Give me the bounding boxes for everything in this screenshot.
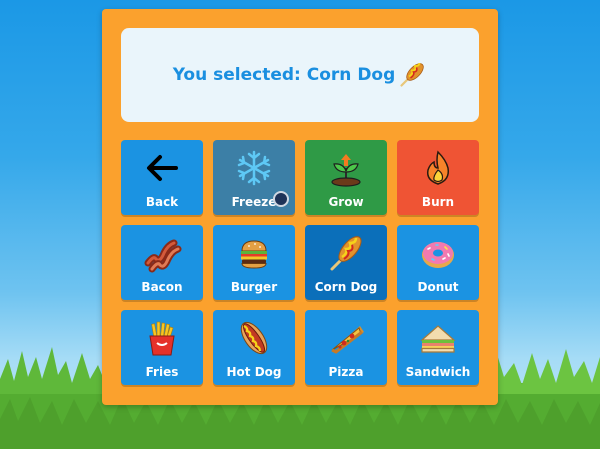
- flame-icon: [418, 148, 458, 188]
- snowflake-icon: [234, 148, 274, 188]
- hot-dog-icon: [234, 318, 274, 358]
- corn-dog-icon: [397, 60, 427, 90]
- tile-label: Burn: [421, 195, 455, 209]
- burger-icon: [234, 233, 274, 273]
- tile-back[interactable]: Back: [121, 140, 203, 215]
- tile-bacon[interactable]: Bacon: [121, 225, 203, 300]
- tile-label: Sandwich: [405, 365, 471, 379]
- corn-dog-icon: [326, 233, 366, 273]
- tile-label: Grow: [328, 195, 364, 209]
- tile-pizza[interactable]: Pizza: [305, 310, 387, 385]
- sandwich-icon: [418, 318, 458, 358]
- tile-label: Back: [145, 195, 179, 209]
- pizza-icon: [326, 318, 366, 358]
- tile-corn-dog[interactable]: Corn Dog: [305, 225, 387, 300]
- tile-sandwich[interactable]: Sandwich: [397, 310, 479, 385]
- tile-fries[interactable]: Fries: [121, 310, 203, 385]
- selection-text: You selected: Corn Dog: [173, 65, 396, 85]
- tile-label: Corn Dog: [314, 280, 378, 294]
- sprout-icon: [326, 148, 366, 188]
- tile-label: Hot Dog: [226, 365, 282, 379]
- donut-icon: [418, 233, 458, 273]
- tile-donut[interactable]: Donut: [397, 225, 479, 300]
- selection-value: Corn Dog: [306, 65, 396, 85]
- selection-prefix: You selected:: [172, 65, 301, 85]
- tile-label: Pizza: [328, 365, 364, 379]
- tile-label: Bacon: [141, 280, 183, 294]
- tile-hot-dog[interactable]: Hot Dog: [213, 310, 295, 385]
- tile-label: Donut: [417, 280, 459, 294]
- tile-burger[interactable]: Burger: [213, 225, 295, 300]
- fries-icon: [142, 318, 182, 358]
- selection-display: You selected: Corn Dog: [121, 28, 479, 122]
- tile-label: Burger: [230, 280, 278, 294]
- back-arrow-icon: [142, 148, 182, 188]
- board-panel: You selected: Corn Dog Back Freeze Grow …: [102, 9, 498, 405]
- tile-grow[interactable]: Grow: [305, 140, 387, 215]
- tile-freeze[interactable]: Freeze: [213, 140, 295, 215]
- tile-label: Fries: [145, 365, 179, 379]
- tile-burn[interactable]: Burn: [397, 140, 479, 215]
- bacon-icon: [142, 233, 182, 273]
- pointer-cursor: [273, 191, 289, 207]
